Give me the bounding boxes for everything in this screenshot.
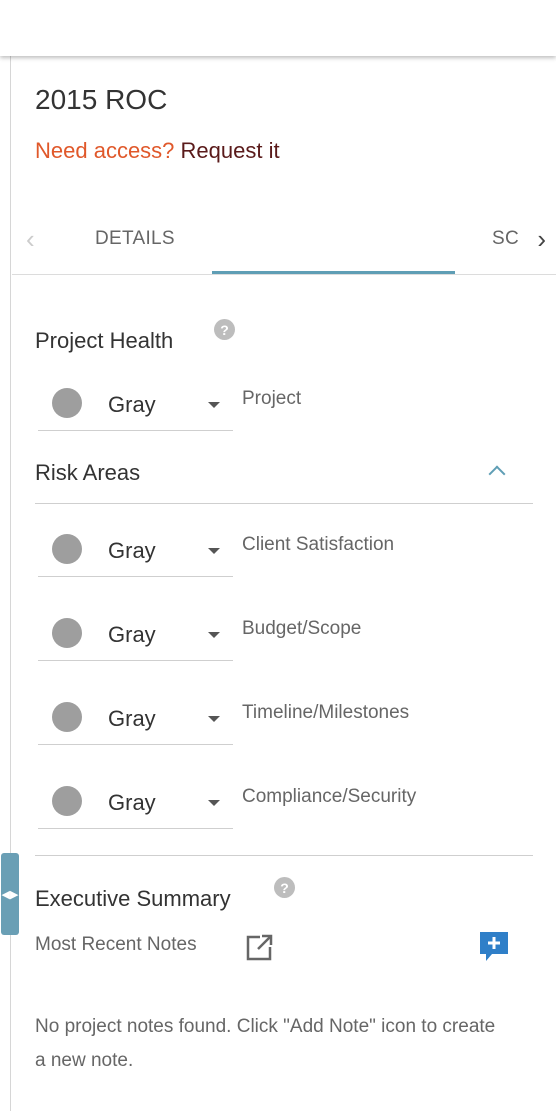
- status-label: Project: [242, 388, 302, 409]
- status-value: Gray: [108, 622, 156, 647]
- risk-row-compliance-security: Gray Compliance/Security: [38, 774, 538, 834]
- caret-down-icon: [208, 800, 220, 806]
- empty-notes-message: No project notes found. Click "Add Note"…: [35, 1016, 496, 1071]
- status-value: Gray: [108, 538, 156, 563]
- add-note-icon[interactable]: [478, 930, 510, 966]
- project-status-select[interactable]: Gray: [38, 376, 233, 431]
- left-sidebar-edge: [0, 56, 11, 1111]
- section-divider: [35, 855, 533, 856]
- risk-status-select[interactable]: Gray: [38, 774, 233, 829]
- status-dot-icon: [52, 534, 82, 564]
- access-prompt: Need access?: [35, 138, 175, 163]
- risk-areas-header[interactable]: Risk Areas: [35, 444, 533, 504]
- project-status-row: Gray Project: [38, 376, 538, 436]
- risk-row-timeline-milestones: Gray Timeline/Milestones: [38, 690, 538, 750]
- tab-bar: ‹ DETAILS SC ›: [12, 218, 556, 275]
- status-dot-icon: [52, 388, 82, 418]
- help-icon[interactable]: ?: [274, 877, 295, 898]
- risk-status-select[interactable]: Gray: [38, 522, 233, 577]
- resize-handle[interactable]: ◀▶: [1, 853, 19, 935]
- risk-status-select[interactable]: Gray: [38, 606, 233, 661]
- risk-label: Budget/Scope: [242, 618, 362, 639]
- tab-details[interactable]: DETAILS: [95, 228, 175, 250]
- most-recent-notes-label: Most Recent Notes: [35, 934, 197, 955]
- risk-areas-title: Risk Areas: [35, 460, 141, 485]
- risk-row-budget-scope: Gray Budget/Scope: [38, 606, 538, 666]
- chevron-up-icon[interactable]: [488, 465, 506, 483]
- page-title: 2015 ROC: [35, 84, 168, 115]
- tab-scroll-right-icon[interactable]: ›: [537, 224, 546, 255]
- tab-scroll-left-icon[interactable]: ‹: [26, 224, 35, 255]
- status-dot-icon: [52, 786, 82, 816]
- open-external-icon[interactable]: [245, 932, 275, 962]
- risk-label: Timeline/Milestones: [242, 702, 410, 723]
- request-access-link[interactable]: Request it: [181, 138, 280, 163]
- tab-third[interactable]: SC: [492, 228, 522, 250]
- active-tab-indicator: [212, 271, 455, 274]
- top-bar: [0, 0, 556, 56]
- caret-down-icon: [208, 402, 220, 408]
- risk-status-select[interactable]: Gray: [38, 690, 233, 745]
- risk-label: Client Satisfaction: [242, 534, 395, 555]
- tab-active[interactable]: [212, 218, 455, 275]
- detail-panel: 2015 ROC Need access? Request it ‹ DETAI…: [12, 56, 556, 1111]
- project-health-title: Project Health: [35, 328, 174, 353]
- status-dot-icon: [52, 618, 82, 648]
- status-dot-icon: [52, 702, 82, 732]
- caret-down-icon: [208, 632, 220, 638]
- risk-row-client-satisfaction: Gray Client Satisfaction: [38, 522, 538, 582]
- risk-label: Compliance/Security: [242, 786, 417, 807]
- caret-down-icon: [208, 548, 220, 554]
- access-request: Need access? Request it: [35, 138, 280, 164]
- help-icon[interactable]: ?: [214, 319, 235, 340]
- caret-down-icon: [208, 716, 220, 722]
- status-value: Gray: [108, 790, 156, 815]
- executive-summary-title: Executive Summary: [35, 886, 231, 911]
- status-value: Gray: [108, 706, 156, 731]
- status-value: Gray: [108, 392, 156, 417]
- resize-arrows-icon: ◀▶: [1, 888, 19, 901]
